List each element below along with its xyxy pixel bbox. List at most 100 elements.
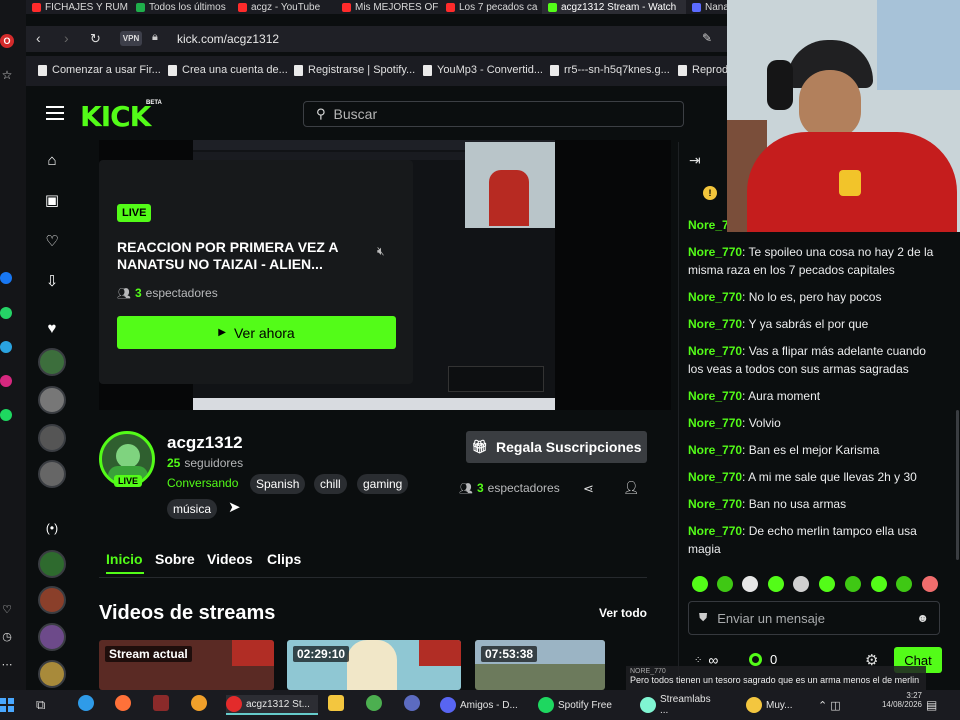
start-button[interactable] xyxy=(0,695,14,715)
emote-icon[interactable] xyxy=(922,576,938,592)
search-input[interactable]: ⚲ Buscar xyxy=(303,101,684,127)
emoji-icon[interactable]: ☻ xyxy=(916,611,929,625)
tag-chip[interactable]: música xyxy=(167,499,218,519)
tab-pecados[interactable]: Los 7 pecados ca xyxy=(440,0,542,14)
chat-username[interactable]: Nore_770 xyxy=(688,416,742,430)
tag-chip[interactable]: gaming xyxy=(357,474,409,494)
bookmark-item[interactable]: Comenzar a usar Fir... xyxy=(38,64,161,76)
recommended-channel-avatar[interactable] xyxy=(38,586,66,614)
heart-icon[interactable]: ♡ xyxy=(0,603,14,616)
browse-icon[interactable]: ▣ xyxy=(42,190,62,210)
taskbar-item-spotify[interactable]: Spotify Free xyxy=(538,695,620,715)
opera-menu-icon[interactable]: O xyxy=(0,34,14,48)
watch-now-button[interactable]: ▶ Ver ahora xyxy=(117,316,396,349)
tab-clips[interactable]: Clips xyxy=(267,551,301,567)
tab-mejores[interactable]: Mis MEJORES OF xyxy=(336,0,440,14)
browser-app-icon[interactable] xyxy=(191,695,207,711)
followed-channel-avatar[interactable] xyxy=(38,386,66,414)
kick-logo[interactable]: KICK xyxy=(80,100,151,133)
hamburger-menu-icon[interactable] xyxy=(46,106,64,120)
reload-icon[interactable]: ↻ xyxy=(90,31,101,47)
category-link[interactable]: Conversando xyxy=(167,476,238,490)
channel-name[interactable]: acgz1312 xyxy=(167,433,243,453)
chat-username[interactable]: Nore_770 xyxy=(688,443,742,457)
file-explorer-icon[interactable] xyxy=(328,695,344,711)
firefox-icon[interactable] xyxy=(115,695,131,711)
back-icon[interactable]: ‹ xyxy=(36,30,41,46)
chat-username[interactable]: Nore_770 xyxy=(688,389,742,403)
emote-icon[interactable] xyxy=(845,576,861,592)
bookmark-item[interactable]: rr5---sn-h5q7knes.g... xyxy=(550,64,670,76)
edit-icon[interactable]: ✎ xyxy=(702,31,712,45)
emote-icon[interactable] xyxy=(793,576,809,592)
tab-kick-active[interactable]: acgz1312 Stream - Watch xyxy=(542,0,686,14)
whatsapp-icon[interactable] xyxy=(0,307,12,319)
chat-message-input[interactable]: ⛊ Enviar un mensaje ☻ xyxy=(688,601,940,635)
chat-username[interactable]: Nore_770 xyxy=(688,497,742,511)
muted-speaker-icon[interactable]: 🔇︎ xyxy=(377,244,385,259)
bookmark-item[interactable]: YouMp3 - Convertid... xyxy=(423,64,543,76)
followed-channel-avatar[interactable] xyxy=(38,424,66,452)
tab-nana[interactable]: Nana xyxy=(686,0,728,14)
spotify-icon[interactable] xyxy=(0,409,12,421)
tab-todos[interactable]: Todos los últimos xyxy=(130,0,232,14)
followed-channel-avatar[interactable] xyxy=(38,460,66,488)
telegram-icon[interactable] xyxy=(0,341,12,353)
tab-videos[interactable]: Videos xyxy=(207,551,253,567)
emote-icon[interactable] xyxy=(742,576,758,592)
bookmark-item[interactable]: Crea una cuenta de... xyxy=(168,64,288,76)
tab-inicio[interactable]: Inicio xyxy=(106,551,143,567)
notifications-icon[interactable]: ▤ xyxy=(926,695,937,715)
chat-username[interactable]: Nore_770 xyxy=(688,470,742,484)
chat-username[interactable]: Nore_770 xyxy=(688,245,742,259)
follow-user-icon[interactable]: 👤︎ xyxy=(623,480,640,496)
instagram-icon[interactable] xyxy=(0,375,12,387)
app-icon[interactable] xyxy=(153,695,169,711)
emote-icon[interactable] xyxy=(819,576,835,592)
chat-username[interactable]: Nore_770 xyxy=(688,317,742,331)
video-thumbnail[interactable]: Stream actual xyxy=(99,640,274,690)
edge-icon[interactable] xyxy=(78,695,94,711)
tab-fichajes[interactable]: FICHAJES Y RUM xyxy=(26,0,130,14)
tag-chip[interactable]: chill xyxy=(314,474,347,494)
gift-subscriptions-button[interactable]: 🎁︎ Regala Suscripciones xyxy=(466,431,647,463)
task-view-icon[interactable]: ⧉ xyxy=(36,695,45,715)
bookmark-item[interactable]: Reprodu xyxy=(678,64,728,76)
vpn-badge[interactable]: VPN xyxy=(120,31,142,46)
collapse-chat-icon[interactable]: ⇥ xyxy=(689,152,701,169)
video-thumbnail[interactable]: 02:29:10 xyxy=(287,640,461,690)
taskbar-item-streamlabs[interactable]: Streamlabs ... xyxy=(640,694,720,716)
followed-channel-avatar[interactable] xyxy=(38,348,66,376)
creator-dashboard-icon[interactable]: ⇩ xyxy=(42,271,62,291)
emote-icon[interactable] xyxy=(768,576,784,592)
bookmark-item[interactable]: Registrarse | Spotify... xyxy=(294,64,415,76)
video-thumbnail[interactable]: 07:53:38 xyxy=(475,640,605,690)
tab-youtube[interactable]: acgz - YouTube xyxy=(232,0,336,14)
more-icon[interactable]: ⋯ xyxy=(0,658,14,671)
recommended-channel-avatar[interactable] xyxy=(38,550,66,578)
chat-username[interactable]: Nore_770 xyxy=(688,524,742,538)
emote-icon[interactable] xyxy=(896,576,912,592)
star-icon[interactable]: ☆ xyxy=(0,68,14,82)
emote-icon[interactable] xyxy=(692,576,708,592)
see-all-link[interactable]: Ver todo xyxy=(599,606,647,620)
chrome-icon[interactable] xyxy=(366,695,382,711)
kick-coins[interactable]: 0 xyxy=(749,652,777,667)
recommended-channel-avatar[interactable] xyxy=(38,623,66,651)
tray-icons[interactable]: ⌃ ◫ xyxy=(818,695,841,715)
chat-scrollbar[interactable] xyxy=(956,410,959,560)
recommended-channel-avatar[interactable] xyxy=(38,660,66,688)
chat-username[interactable]: Nore_770 xyxy=(688,290,742,304)
following-heart-icon[interactable]: ♡ xyxy=(42,231,62,251)
headphones-app-icon[interactable] xyxy=(404,695,420,711)
taskbar-item-opera[interactable]: acgz1312 St... xyxy=(226,695,318,715)
emote-icon[interactable] xyxy=(717,576,733,592)
messenger-icon[interactable] xyxy=(0,272,12,284)
home-icon[interactable]: ⌂ xyxy=(42,150,62,170)
share-icon[interactable]: ⋖ xyxy=(583,481,594,497)
taskbar-item-weather[interactable]: Muy... xyxy=(746,695,800,715)
tab-sobre[interactable]: Sobre xyxy=(155,551,195,567)
chat-username[interactable]: Nore_770 xyxy=(688,344,742,358)
forward-icon[interactable]: › xyxy=(64,30,69,46)
taskbar-item-discord[interactable]: Amigos - D... xyxy=(440,695,526,715)
